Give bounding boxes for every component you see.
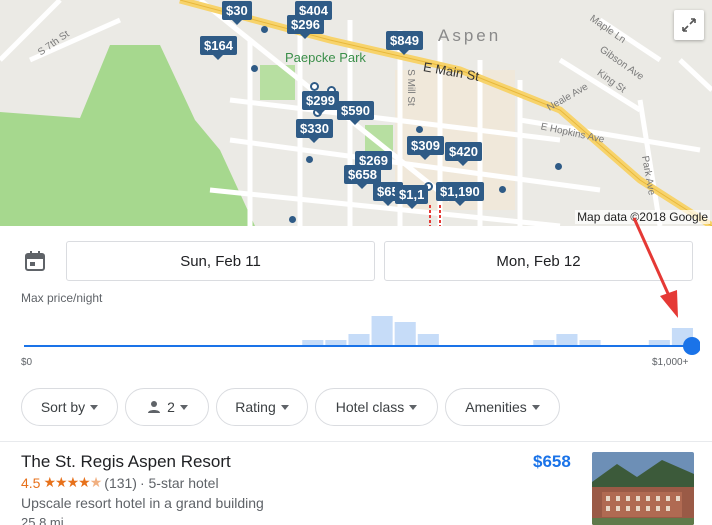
checkout-date-button[interactable]: Mon, Feb 12 bbox=[384, 241, 693, 281]
guests-count: 2 bbox=[167, 399, 175, 415]
histogram-bar bbox=[556, 334, 578, 346]
rating-chip[interactable]: Rating bbox=[216, 388, 308, 426]
price-pin[interactable]: $30 bbox=[222, 1, 252, 25]
rating-label: Rating bbox=[235, 399, 276, 415]
hotel-dot[interactable] bbox=[416, 126, 423, 133]
max-price-label: Max price/night bbox=[21, 291, 103, 305]
hotel-description: Upscale resort hotel in a grand building bbox=[21, 495, 264, 511]
price-pin[interactable]: $849 bbox=[386, 31, 423, 55]
hotel-photo[interactable] bbox=[592, 452, 694, 525]
hotel-name[interactable]: The St. Regis Aspen Resort bbox=[21, 452, 231, 472]
price-max-label: $1,000+ bbox=[652, 357, 689, 368]
calendar-icon[interactable] bbox=[24, 250, 46, 272]
hotel-class-label: Hotel class bbox=[335, 399, 405, 415]
hotel-search-panel: Sun, Feb 11 Mon, Feb 12 Max price/night … bbox=[0, 226, 712, 525]
hotel-dot[interactable] bbox=[289, 216, 296, 223]
rating-value: 4.5 bbox=[21, 474, 41, 491]
histogram-bar bbox=[417, 334, 439, 346]
price-pin[interactable]: $299 bbox=[302, 91, 339, 115]
star-icon: ★ bbox=[66, 474, 80, 490]
star-icon: ★ bbox=[78, 474, 91, 490]
hotel-distance: 25.8 mi bbox=[21, 515, 64, 525]
histogram-bar bbox=[371, 316, 393, 346]
star-icon: ★ bbox=[89, 474, 103, 490]
checkin-date-button[interactable]: Sun, Feb 11 bbox=[66, 241, 375, 281]
amenities-label: Amenities bbox=[465, 399, 527, 415]
price-pin[interactable]: $296 bbox=[287, 15, 324, 39]
hotel-dot[interactable] bbox=[251, 65, 258, 72]
price-pin[interactable]: $330 bbox=[296, 119, 333, 143]
amenities-chip[interactable]: Amenities bbox=[445, 388, 560, 426]
price-pin[interactable]: $420 bbox=[445, 142, 482, 166]
park-label: Paepcke Park bbox=[285, 50, 366, 65]
chevron-down-icon bbox=[179, 404, 188, 410]
street-label-mill: S Mill St bbox=[404, 69, 416, 106]
price-histogram-slider[interactable] bbox=[20, 312, 700, 362]
chevron-down-icon bbox=[531, 404, 540, 410]
price-pin[interactable]: $164 bbox=[200, 36, 237, 60]
histogram-bar bbox=[394, 322, 416, 346]
chevron-down-icon bbox=[409, 404, 418, 410]
person-icon bbox=[148, 401, 161, 413]
sort-by-label: Sort by bbox=[40, 399, 86, 415]
price-pin[interactable]: $309 bbox=[407, 136, 444, 160]
price-pin[interactable]: $1,1 bbox=[395, 185, 429, 209]
map-attribution: Map data ©2018 Google bbox=[575, 210, 710, 224]
hotel-price[interactable]: $658 bbox=[533, 452, 571, 472]
star-icon: ★ bbox=[43, 474, 56, 490]
review-count[interactable]: (131) bbox=[104, 475, 137, 491]
chevron-down-icon bbox=[280, 404, 289, 410]
expand-map-button[interactable] bbox=[674, 10, 704, 40]
guests-chip[interactable]: 2 bbox=[125, 388, 209, 426]
city-label: Aspen bbox=[438, 26, 502, 45]
histogram-bar bbox=[348, 334, 370, 346]
star-icon: ★ bbox=[55, 474, 68, 490]
price-pin[interactable]: $1,190 bbox=[436, 182, 484, 206]
map[interactable]: Aspen Paepcke Park E Main St E Hopkins A… bbox=[0, 0, 712, 226]
price-pin[interactable]: $590 bbox=[337, 101, 374, 125]
divider bbox=[0, 441, 712, 442]
hotel-class-chip[interactable]: Hotel class bbox=[315, 388, 438, 426]
hotel-ring[interactable] bbox=[310, 82, 319, 91]
star-rating: ★★★★★ bbox=[43, 474, 103, 491]
hotel-class-text: · 5-star hotel bbox=[139, 474, 219, 491]
sort-by-chip[interactable]: Sort by bbox=[21, 388, 118, 426]
hotel-dot[interactable] bbox=[306, 156, 313, 163]
hotel-dot[interactable] bbox=[261, 26, 268, 33]
expand-icon bbox=[682, 18, 696, 32]
price-min-label: $0 bbox=[21, 357, 33, 368]
hotel-dot[interactable] bbox=[499, 186, 506, 193]
hotel-dot[interactable] bbox=[555, 163, 562, 170]
chevron-down-icon bbox=[90, 404, 99, 410]
hotel-photo-image bbox=[592, 452, 694, 525]
hotel-rating-line: 4.5 ★★★★★ (131) · 5-star hotel bbox=[21, 474, 219, 491]
